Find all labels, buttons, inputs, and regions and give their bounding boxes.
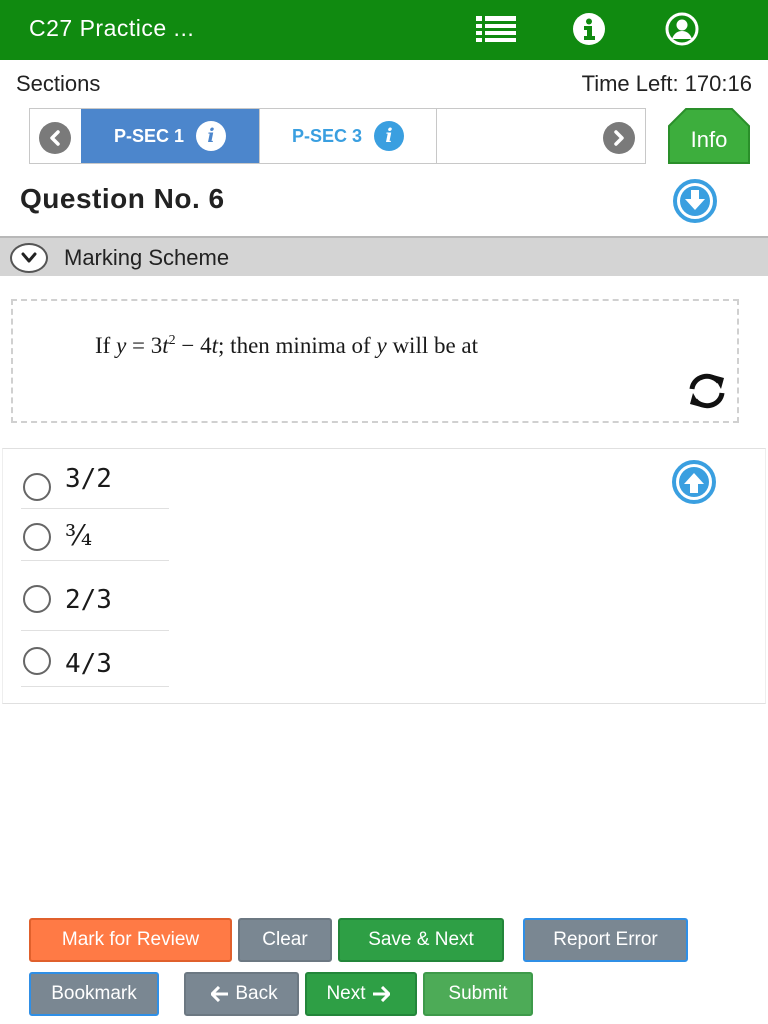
option-radio[interactable] bbox=[23, 585, 51, 613]
option-text: 2/3 bbox=[65, 585, 112, 615]
next-label: Next bbox=[326, 983, 366, 1004]
info-icon[interactable] bbox=[569, 11, 609, 47]
option-text: ¾ bbox=[65, 519, 93, 552]
scroll-up-icon[interactable] bbox=[671, 459, 717, 505]
tab-info-icon[interactable]: i bbox=[374, 121, 405, 151]
chevron-down-icon bbox=[10, 243, 48, 273]
bookmark-button[interactable]: Bookmark bbox=[29, 972, 159, 1016]
tab-info-icon[interactable]: i bbox=[196, 121, 227, 151]
option-3[interactable]: 2/3 bbox=[21, 561, 169, 631]
chevron-right-icon bbox=[614, 130, 624, 146]
question-box: If y = 3t2 − 4t; then minima of y will b… bbox=[11, 299, 739, 423]
save-next-label: Save & Next bbox=[368, 929, 474, 950]
tab-p-sec-1[interactable]: P-SEC 1 i bbox=[81, 109, 259, 163]
option-1[interactable]: 3/2 bbox=[21, 459, 169, 509]
tab-prev-button[interactable] bbox=[39, 122, 71, 154]
report-error-button[interactable]: Report Error bbox=[523, 918, 688, 962]
clear-button[interactable]: Clear bbox=[238, 918, 332, 962]
marking-scheme-toggle[interactable]: Marking Scheme bbox=[0, 236, 768, 276]
mark-for-review-button[interactable]: Mark for Review bbox=[29, 918, 232, 962]
report-error-label: Report Error bbox=[553, 929, 658, 950]
top-bar: C27 Practice ... bbox=[0, 0, 768, 60]
question-text: If y = 3t2 − 4t; then minima of y will b… bbox=[95, 333, 479, 358]
bookmark-label: Bookmark bbox=[51, 983, 137, 1004]
clear-label: Clear bbox=[262, 929, 308, 950]
scroll-down-icon[interactable] bbox=[672, 178, 718, 224]
option-text: 3/2 bbox=[65, 464, 112, 494]
time-left: Time Left: 170:16 bbox=[581, 71, 752, 96]
sections-label: Sections bbox=[16, 71, 101, 96]
section-tabs: P-SEC 1 i P-SEC 3 i bbox=[29, 108, 646, 164]
arrow-left-icon bbox=[211, 986, 229, 1002]
tab-label: P-SEC 3 bbox=[291, 125, 363, 146]
option-radio[interactable] bbox=[23, 523, 51, 551]
next-button[interactable]: Next bbox=[305, 972, 417, 1016]
question-title: Question No. 6 bbox=[20, 183, 225, 214]
option-4[interactable]: 4/3 bbox=[21, 631, 169, 687]
back-label: Back bbox=[235, 983, 278, 1004]
options-panel: 3/2 ¾ 2/3 4/3 bbox=[2, 448, 766, 704]
chevron-left-icon bbox=[50, 130, 60, 146]
tab-next-button[interactable] bbox=[603, 122, 635, 154]
tab-label: P-SEC 1 bbox=[113, 125, 185, 146]
submit-label: Submit bbox=[448, 983, 508, 1004]
tab-p-sec-3[interactable]: P-SEC 3 i bbox=[259, 109, 437, 163]
arrow-right-icon bbox=[372, 986, 390, 1002]
save-next-button[interactable]: Save & Next bbox=[338, 918, 504, 962]
info-button-label: Info bbox=[690, 127, 728, 152]
list-icon[interactable] bbox=[476, 11, 516, 47]
option-text: 4/3 bbox=[65, 649, 112, 679]
info-button[interactable]: Info bbox=[668, 108, 750, 164]
marking-scheme-label: Marking Scheme bbox=[64, 245, 230, 270]
option-radio[interactable] bbox=[23, 473, 51, 501]
app-title: C27 Practice ... bbox=[29, 15, 195, 41]
option-2[interactable]: ¾ bbox=[21, 509, 169, 561]
mark-for-review-label: Mark for Review bbox=[61, 929, 200, 950]
user-icon[interactable] bbox=[662, 11, 702, 47]
submit-button[interactable]: Submit bbox=[423, 972, 533, 1016]
option-radio[interactable] bbox=[23, 647, 51, 675]
back-button[interactable]: Back bbox=[184, 972, 299, 1016]
refresh-icon[interactable] bbox=[685, 371, 729, 411]
